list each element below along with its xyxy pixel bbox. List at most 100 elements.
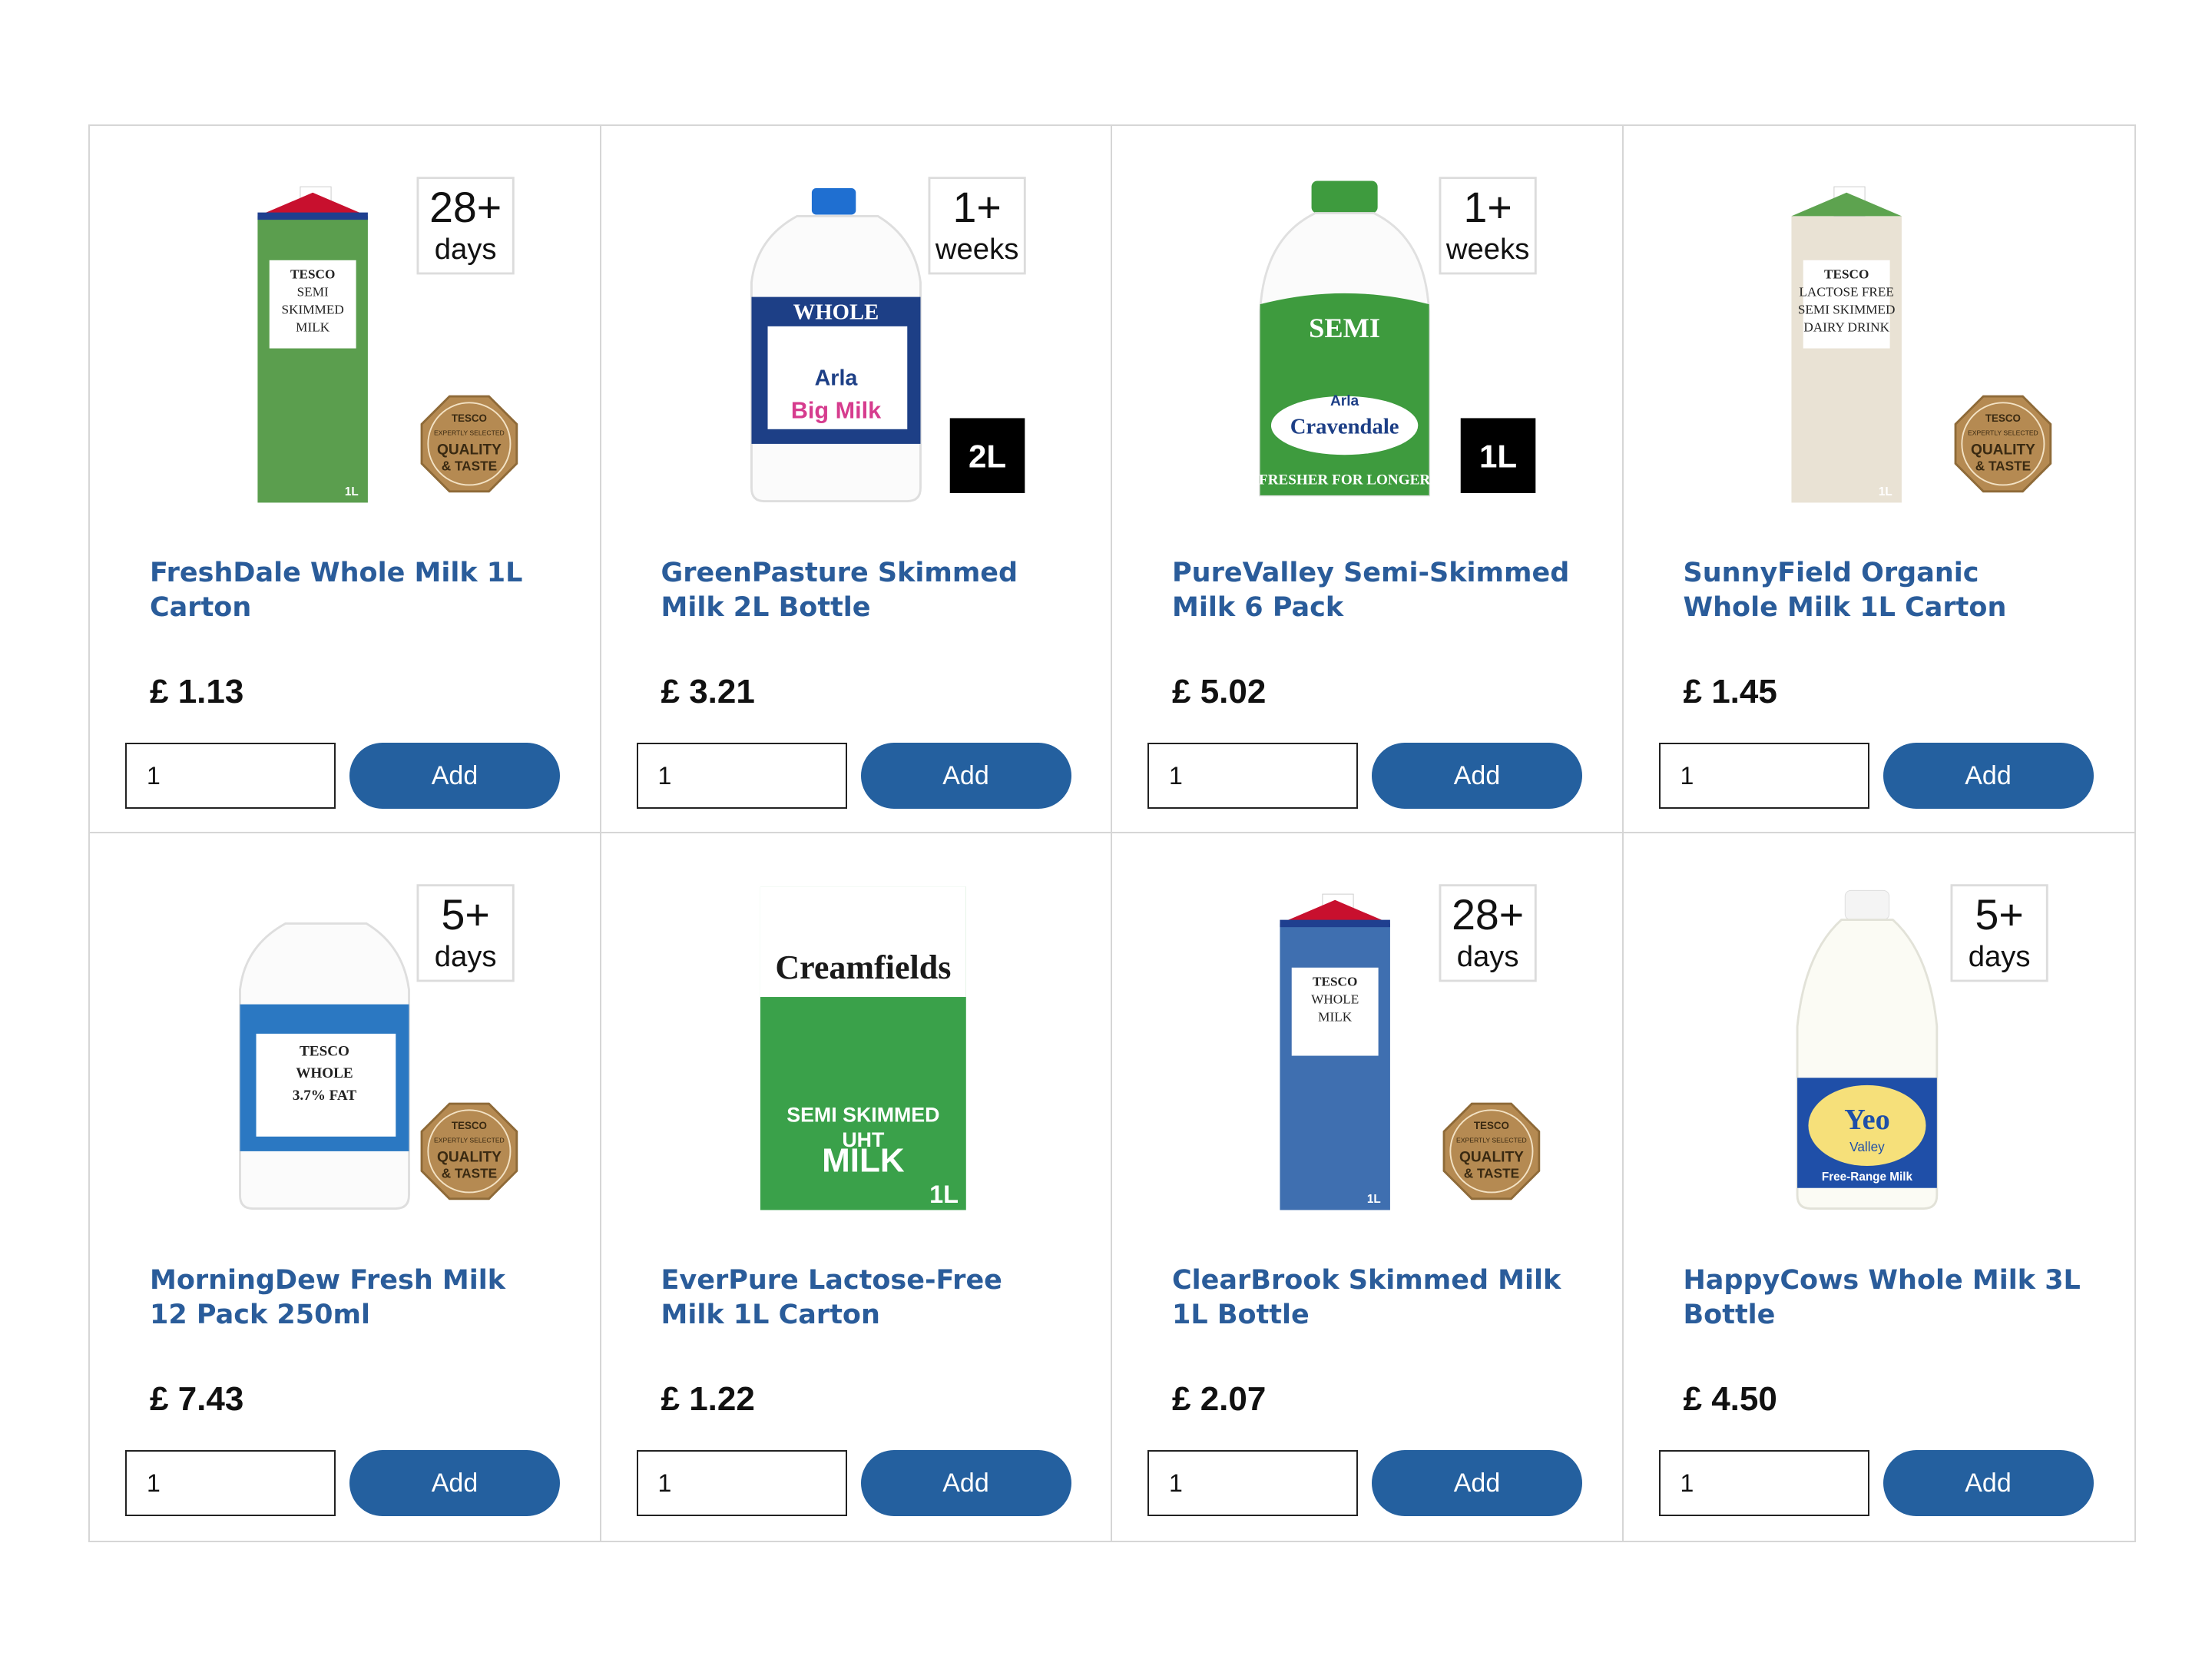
shelf-life-badge: 1+weeks	[928, 177, 1026, 275]
product-image[interactable]: TESCO WHOLE 3.7% FAT 5+ days TESCO EXPERTLY SE…	[205, 879, 528, 1217]
shelf-life-unit: weeks	[934, 233, 1018, 266]
product-title-link[interactable]: EverPure Lactose-Free Milk 1L Carton	[661, 1263, 1061, 1333]
quality-seal-icon: TESCO EXPERTLY SELECTED QUALITY& TASTE	[1442, 1102, 1541, 1200]
product-illustration: TESCO WHOLE 3.7% FAT 5+days TESCO EXPERTLY SE…	[239, 884, 518, 1210]
add-to-basket-button[interactable]: Add	[1883, 743, 2094, 809]
seal-text: EXPERTLY SELECTED	[1968, 429, 2038, 436]
product-grid: TESCO SEMI SKIMMED MILK 1L 28+ days TESCO EXPERT…	[88, 124, 2136, 1542]
shelf-life-badge: 28+days	[1439, 884, 1537, 982]
add-to-basket-button[interactable]: Add	[1883, 1450, 2094, 1516]
product-card: Creamfields SEMI SKIMMED UHT MILK 1L EverPur…	[601, 833, 1112, 1541]
product-price: £ 4.50	[1683, 1380, 1777, 1418]
jug-label-text: WHOLE	[793, 300, 879, 324]
carton-label-text: TESCO	[290, 267, 335, 282]
product-card: TESCO WHOLE MILK 1L 28+ days TESCO EXPERTLY SEL…	[1112, 833, 1624, 1541]
seal-text: QUALITY	[1970, 442, 2035, 458]
carton-label-text: TESCO	[1824, 267, 1869, 282]
product-card: TESCO WHOLE 3.7% FAT 5+ days TESCO EXPERTLY SE…	[90, 833, 601, 1541]
shelf-life-badge: 28+days	[416, 177, 515, 275]
volume-label: 1L	[929, 1181, 959, 1208]
add-to-basket-button[interactable]: Add	[1372, 1450, 1582, 1516]
product-card: WHOLE Arla Big Milk 1+ weeks 2L GreenPasture …	[601, 126, 1112, 833]
milk-carton-icon: TESCO WHOLE MILK 1L	[1280, 893, 1390, 1210]
seal-text: TESCO	[452, 1120, 487, 1131]
product-image[interactable]: SEMI Cravendale Arla FRESHER FOR LONGER 1+ we…	[1227, 172, 1550, 510]
product-image[interactable]: Creamfields SEMI SKIMMED UHT MILK 1L	[717, 879, 1039, 1217]
product-illustration: CreamfieldsSEMI SKIMMEDUHTMILK1L	[760, 886, 966, 1210]
product-title-link[interactable]: ClearBrook Skimmed Milk 1L Bottle	[1172, 1263, 1571, 1333]
shelf-life-value: 28+	[429, 184, 502, 231]
uht-label-text: SEMI SKIMMED	[786, 1104, 939, 1127]
product-image[interactable]: TESCO WHOLE MILK 1L 28+ days TESCO EXPERTLY SEL…	[1227, 879, 1550, 1217]
carton-label-text: MILK	[1318, 1010, 1353, 1025]
milk-carton-icon: TESCO SEMI SKIMMED MILK 1L	[257, 186, 368, 503]
brand-logo-text: Yeo	[1844, 1104, 1889, 1136]
product-price: £ 1.45	[1683, 673, 1777, 710]
size-tag-label: 1L	[1479, 439, 1517, 475]
product-image[interactable]: TESCO SEMI SKIMMED MILK 1L 28+ days TESCO EXPERT…	[205, 172, 528, 510]
quantity-input[interactable]	[1147, 743, 1358, 809]
shelf-life-unit: days	[1968, 940, 2030, 973]
uht-carton-icon: CreamfieldsSEMI SKIMMEDUHTMILK1L	[760, 886, 966, 1210]
add-to-basket-button[interactable]: Add	[349, 1450, 560, 1516]
shelf-life-badge: 5+days	[416, 884, 515, 982]
uht-label-text: MILK	[822, 1142, 905, 1180]
jug-label-text: 3.7% FAT	[293, 1088, 356, 1104]
seal-text: EXPERTLY SELECTED	[434, 429, 505, 436]
product-illustration: WHOLE Arla Big Milk 1+weeks 2L	[750, 177, 1026, 502]
jug-label-text: WHOLE	[296, 1065, 353, 1081]
quantity-input[interactable]	[125, 743, 336, 809]
carton-label-text: MILK	[296, 320, 330, 335]
milk-jug-icon: WHOLE Arla Big Milk	[750, 188, 922, 502]
quantity-input[interactable]	[636, 1450, 847, 1516]
shelf-life-value: 1+	[952, 184, 1001, 231]
tagline-text: Free-Range Milk	[1821, 1171, 1912, 1184]
size-tag-label: 2L	[968, 439, 1005, 475]
product-title-link[interactable]: GreenPasture Skimmed Milk 2L Bottle	[661, 556, 1061, 625]
product-price: £ 2.07	[1172, 1380, 1267, 1418]
product-title-link[interactable]: FreshDale Whole Milk 1L Carton	[150, 556, 549, 625]
seal-text: TESCO	[1985, 412, 2020, 424]
product-title-link[interactable]: HappyCows Whole Milk 3L Bottle	[1684, 1263, 2083, 1333]
carton-label-text: SKIMMED	[282, 303, 344, 317]
shelf-life-badge: 5+days	[1950, 884, 2048, 982]
product-illustration: Yeo Valley Free-Range Milk 5+days	[1796, 884, 2048, 1210]
quality-seal-icon: TESCO EXPERTLY SELECTED QUALITY& TASTE	[1954, 395, 2051, 493]
volume-label: 1L	[1878, 485, 1892, 498]
product-card: SEMI Cravendale Arla FRESHER FOR LONGER 1+ we…	[1112, 126, 1624, 833]
product-title-link[interactable]: SunnyField Organic Whole Milk 1L Carton	[1684, 556, 2083, 625]
quantity-input[interactable]	[1147, 1450, 1358, 1516]
product-image[interactable]: Yeo Valley Free-Range Milk 5+ days	[1739, 879, 2061, 1217]
add-to-basket-button[interactable]: Add	[860, 1450, 1071, 1516]
product-card: Yeo Valley Free-Range Milk 5+ days HappyCows…	[1624, 833, 2135, 1541]
product-title-link[interactable]: PureValley Semi-Skimmed Milk 6 Pack	[1172, 556, 1571, 625]
add-to-basket-button[interactable]: Add	[1372, 743, 1582, 809]
product-illustration: TESCO LACTOSE FREE SEMI SKIMMED DAIRY DRINK…	[1790, 186, 2051, 503]
milk-bottle-icon: SEMI Cravendale Arla FRESHER FOR LONGER	[1259, 180, 1430, 497]
add-to-basket-button[interactable]: Add	[349, 743, 560, 809]
size-tag: 2L	[949, 418, 1025, 493]
add-to-basket-button[interactable]: Add	[860, 743, 1071, 809]
product-image[interactable]: TESCO LACTOSE FREE SEMI SKIMMED DAIRY DRINK…	[1739, 172, 2061, 510]
seal-text: EXPERTLY SELECTED	[434, 1136, 505, 1144]
product-title-link[interactable]: MorningDew Fresh Milk 12 Pack 250ml	[150, 1263, 549, 1333]
quantity-input[interactable]	[1658, 1450, 1869, 1516]
bottle-label-text: SEMI	[1309, 313, 1380, 343]
product-price: £ 1.22	[661, 1380, 755, 1418]
seal-text: & TASTE	[1464, 1165, 1519, 1181]
product-card: TESCO SEMI SKIMMED MILK 1L 28+ days TESCO EXPERT…	[90, 126, 601, 833]
seal-text: & TASTE	[1975, 458, 2030, 473]
size-tag: 1L	[1460, 418, 1536, 493]
product-sub-text: Big Milk	[790, 397, 881, 423]
carton-label-text: DAIRY DRINK	[1803, 320, 1889, 335]
volume-label: 1L	[1367, 1193, 1381, 1206]
seal-text: TESCO	[1474, 1120, 1509, 1131]
product-image[interactable]: WHOLE Arla Big Milk 1+ weeks 2L	[717, 172, 1039, 510]
brand-logo-text: Arla	[1330, 393, 1359, 409]
carton-label-text: SEMI	[297, 285, 329, 300]
quantity-input[interactable]	[125, 1450, 336, 1516]
shelf-life-badge: 1+weeks	[1439, 177, 1537, 275]
quantity-input[interactable]	[1658, 743, 1869, 809]
seal-text: QUALITY	[437, 1149, 502, 1165]
quantity-input[interactable]	[636, 743, 847, 809]
